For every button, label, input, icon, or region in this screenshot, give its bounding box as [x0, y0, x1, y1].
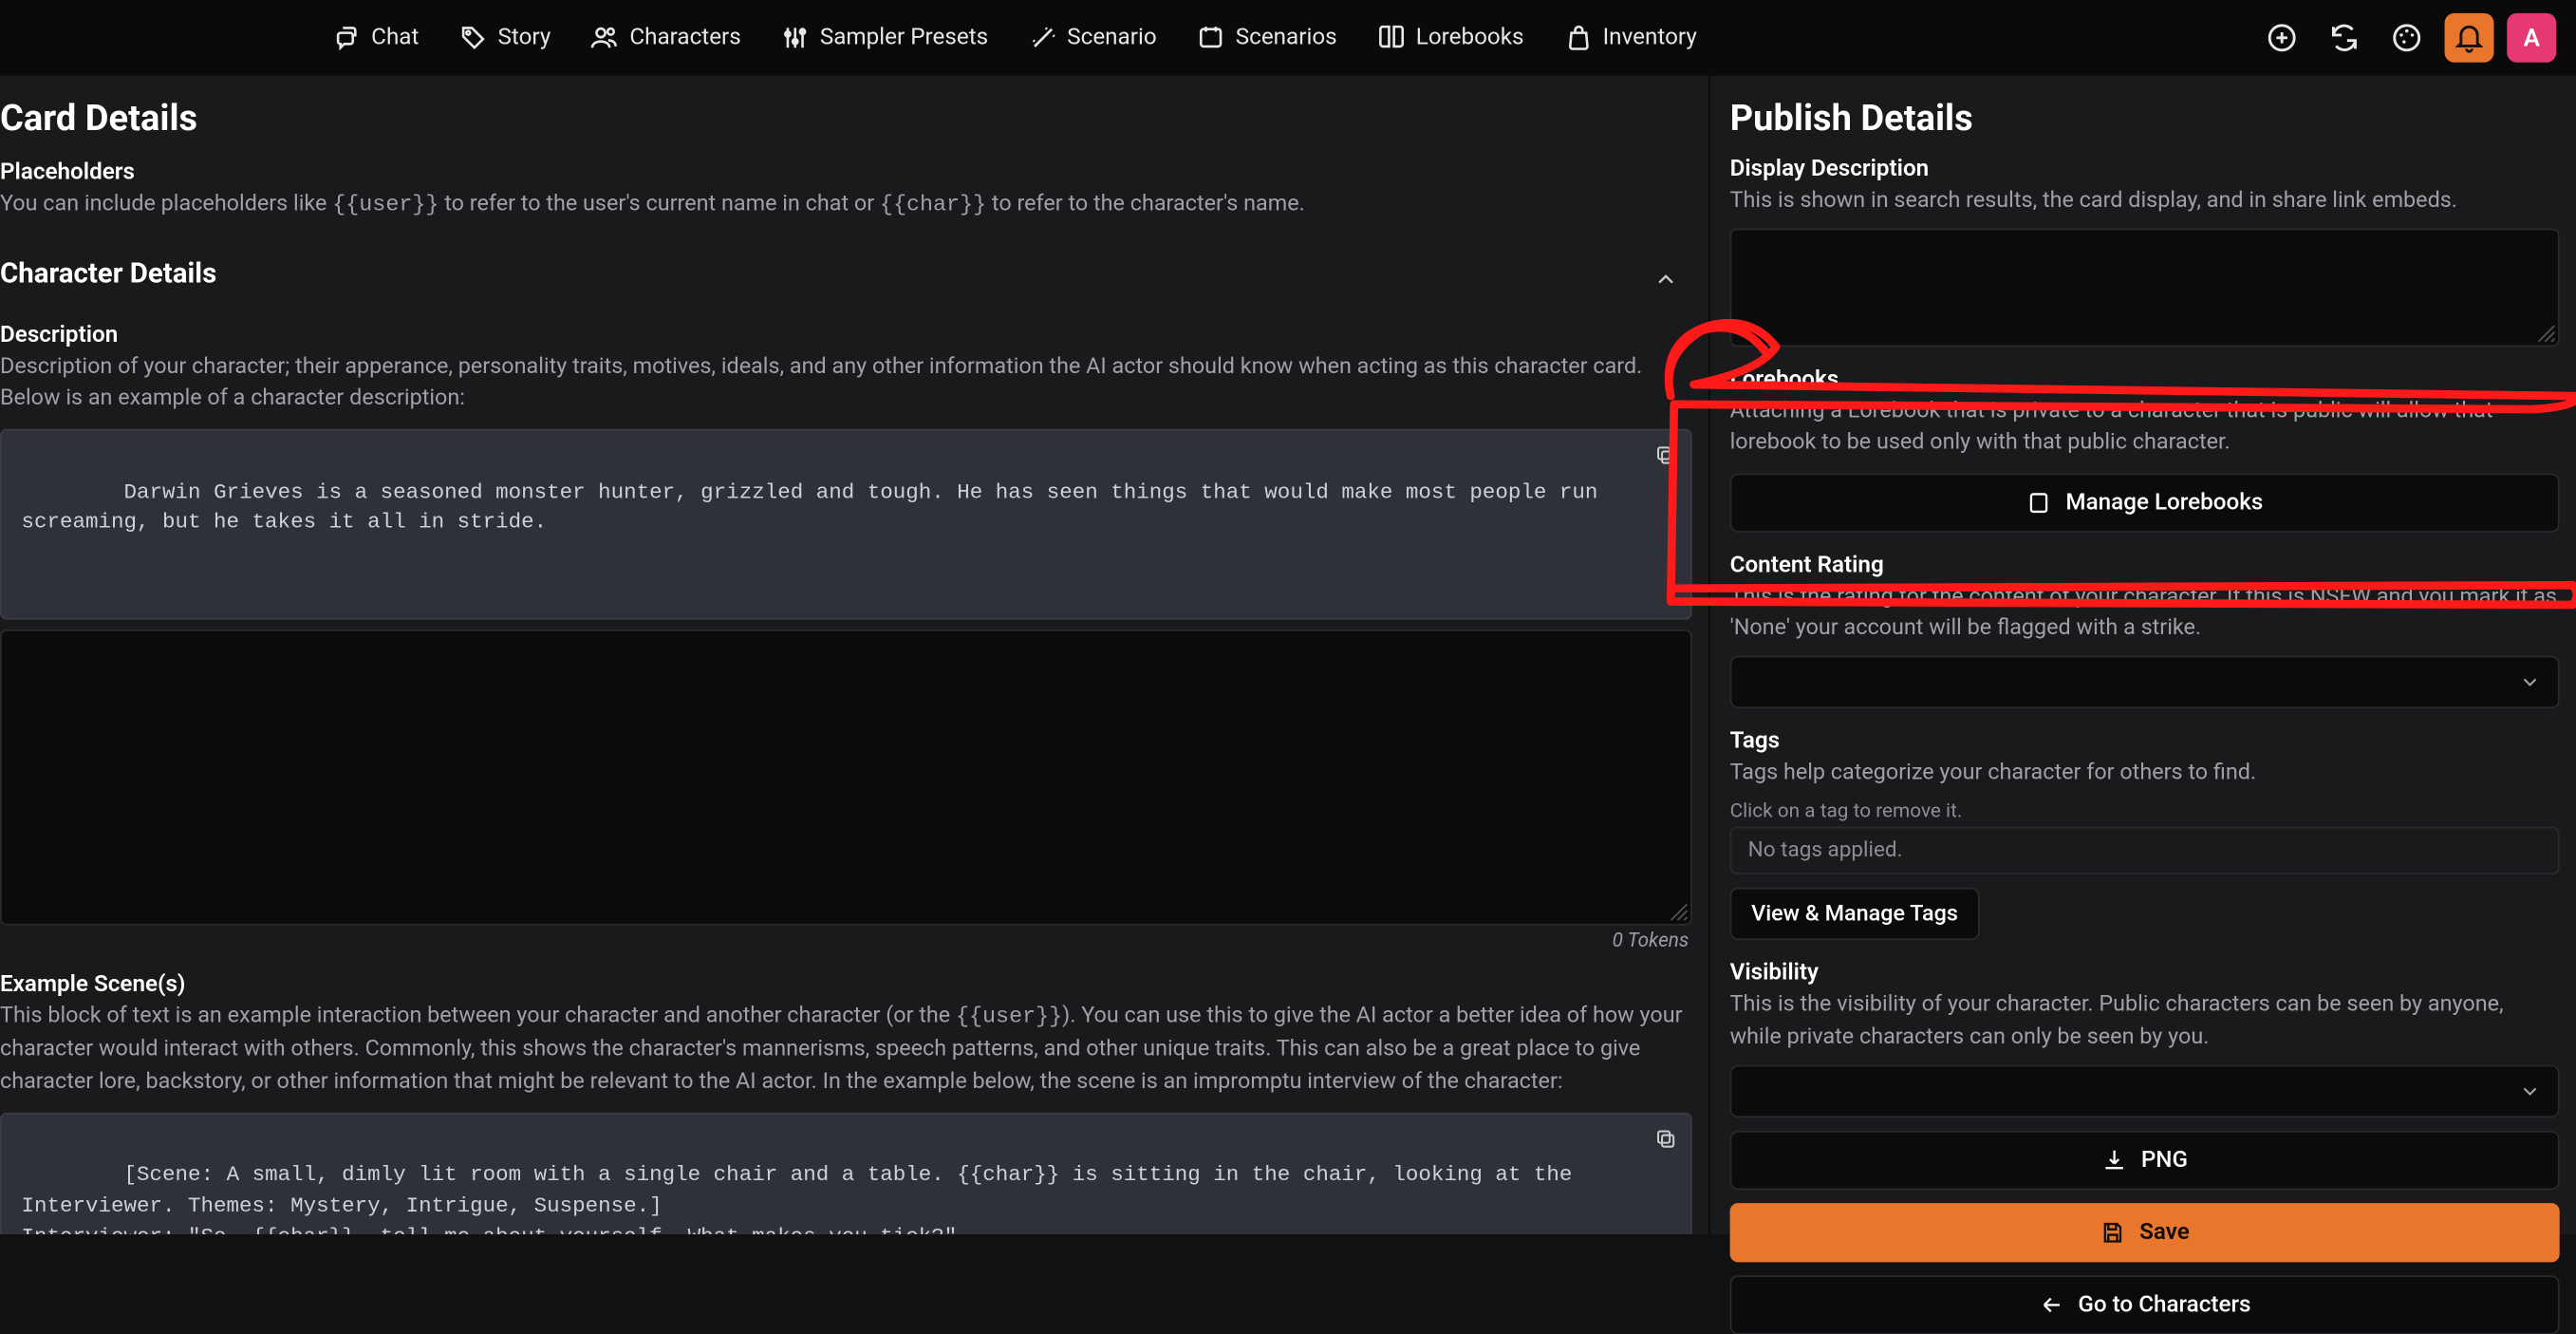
resize-handle-icon: [1671, 904, 1687, 920]
token-count: 0 Tokens: [0, 929, 1692, 951]
nav-chat-label: Chat: [371, 24, 419, 50]
users-icon: [590, 22, 620, 51]
visibility-label: Visibility: [1730, 961, 2560, 987]
add-button[interactable]: [2257, 12, 2306, 62]
png-label: PNG: [2141, 1146, 2188, 1173]
content-rating-label: Content Rating: [1730, 552, 2560, 578]
nav-right: A: [2257, 12, 2556, 62]
theme-button[interactable]: [2382, 12, 2432, 62]
chevron-down-icon: [2518, 1079, 2541, 1101]
tag-icon: [458, 22, 488, 51]
save-button[interactable]: Save: [1730, 1202, 2560, 1261]
view-manage-tags-button[interactable]: View & Manage Tags: [1730, 888, 1980, 940]
refresh-button[interactable]: [2320, 12, 2369, 62]
nav-story-label: Story: [498, 24, 551, 50]
go-to-characters-button[interactable]: Go to Characters: [1730, 1274, 2560, 1333]
nav-lorebooks[interactable]: Lorebooks: [1360, 12, 1540, 62]
nav-scenario-label: Scenario: [1067, 24, 1156, 50]
character-details-heading: Character Details: [0, 257, 216, 291]
description-help: Description of your character; their app…: [0, 351, 1692, 416]
tags-empty-text: No tags applied.: [1748, 838, 1903, 863]
placeholders-label: Placeholders: [0, 160, 1692, 186]
content-rating-select[interactable]: [1730, 655, 2560, 707]
sliders-icon: [780, 22, 810, 51]
bag-icon: [1563, 22, 1593, 51]
placeholders-help: You can include placeholders like {{user…: [0, 189, 1692, 223]
nav-story[interactable]: Story: [442, 12, 568, 62]
copy-scene-button[interactable]: [1648, 1120, 1684, 1156]
chat-icon: [332, 22, 362, 51]
nav-sampler-label: Sampler Presets: [820, 24, 988, 50]
placeholder-char: {{char}}: [880, 194, 986, 218]
nav-chat[interactable]: Chat: [315, 12, 435, 62]
download-icon: [2101, 1146, 2128, 1173]
nav-characters[interactable]: Characters: [574, 12, 758, 62]
example-scene-label: Example Scene(s): [0, 971, 1692, 998]
tags-click-hint: Click on a tag to remove it.: [1730, 799, 2560, 822]
display-description-help: This is shown in search results, the car…: [1730, 186, 2560, 218]
manage-lorebooks-button[interactable]: Manage Lorebooks: [1730, 473, 2560, 532]
publish-title: Publish Details: [1730, 99, 2560, 140]
topbar: Chat Story Characters Sampler Presets Sc…: [0, 0, 2576, 74]
nav-scenario[interactable]: Scenario: [1011, 12, 1173, 62]
go-to-characters-label: Go to Characters: [2078, 1291, 2250, 1318]
publish-details-panel: Publish Details Display Description This…: [1708, 74, 2576, 1234]
png-button[interactable]: PNG: [1730, 1130, 2560, 1189]
visibility-select[interactable]: [1730, 1064, 2560, 1117]
nav-lorebooks-label: Lorebooks: [1416, 24, 1524, 50]
collapse-button[interactable]: [1652, 255, 1679, 301]
book-icon: [2026, 489, 2053, 516]
notifications-button[interactable]: [2445, 12, 2494, 62]
nav-center: Chat Story Characters Sampler Presets Sc…: [315, 12, 1713, 62]
avatar-initial: A: [2524, 22, 2540, 51]
manage-lorebooks-label: Manage Lorebooks: [2065, 489, 2263, 516]
tags-help: Tags help categorize your character for …: [1730, 758, 2560, 790]
content-rating-help: This is the rating for the content of yo…: [1730, 581, 2560, 646]
visibility-help: This is the visibility of your character…: [1730, 990, 2560, 1055]
nav-inventory[interactable]: Inventory: [1547, 12, 1713, 62]
example-scene-block: [Scene: A small, dimly lit room with a s…: [0, 1112, 1692, 1234]
wand-icon: [1028, 22, 1057, 51]
placeholder-user: {{user}}: [332, 194, 439, 218]
resize-handle-icon: [2538, 325, 2554, 341]
description-example-block: Darwin Grieves is a seasoned monster hun…: [0, 428, 1692, 619]
lorebooks-label: Lorebooks: [1730, 366, 2560, 392]
nav-scenarios[interactable]: Scenarios: [1180, 12, 1353, 62]
display-description-label: Display Description: [1730, 156, 2560, 182]
avatar-button[interactable]: A: [2507, 12, 2556, 62]
description-label: Description: [0, 322, 1692, 348]
tags-box[interactable]: No tags applied.: [1730, 827, 2560, 874]
card-details-title: Card Details: [0, 99, 1692, 140]
description-input[interactable]: [0, 629, 1692, 926]
book-open-icon: [1376, 22, 1406, 51]
card-details-panel: Card Details Placeholders You can includ…: [0, 74, 1708, 1234]
save-icon: [2100, 1219, 2127, 1246]
example-scene-help: This block of text is an example interac…: [0, 1001, 1692, 1099]
copy-description-button[interactable]: [1648, 437, 1684, 473]
nav-scenarios-label: Scenarios: [1236, 24, 1337, 50]
chevron-down-icon: [2518, 670, 2541, 693]
tags-label: Tags: [1730, 728, 2560, 755]
lorebooks-help: Attaching a Lorebook that is private to …: [1730, 395, 2560, 460]
nav-sampler[interactable]: Sampler Presets: [764, 12, 1004, 62]
save-label: Save: [2139, 1219, 2190, 1246]
main: Card Details Placeholders You can includ…: [0, 74, 2576, 1234]
nav-characters-label: Characters: [629, 24, 740, 50]
frame-icon: [1196, 22, 1225, 51]
display-description-input[interactable]: [1730, 228, 2560, 347]
example-scene-text: [Scene: A small, dimly lit room with a s…: [22, 1163, 1675, 1234]
description-example-text: Darwin Grieves is a seasoned monster hun…: [22, 479, 1611, 535]
view-manage-tags-label: View & Manage Tags: [1751, 901, 1958, 928]
arrow-left-icon: [2039, 1291, 2065, 1318]
nav-inventory-label: Inventory: [1603, 24, 1697, 50]
